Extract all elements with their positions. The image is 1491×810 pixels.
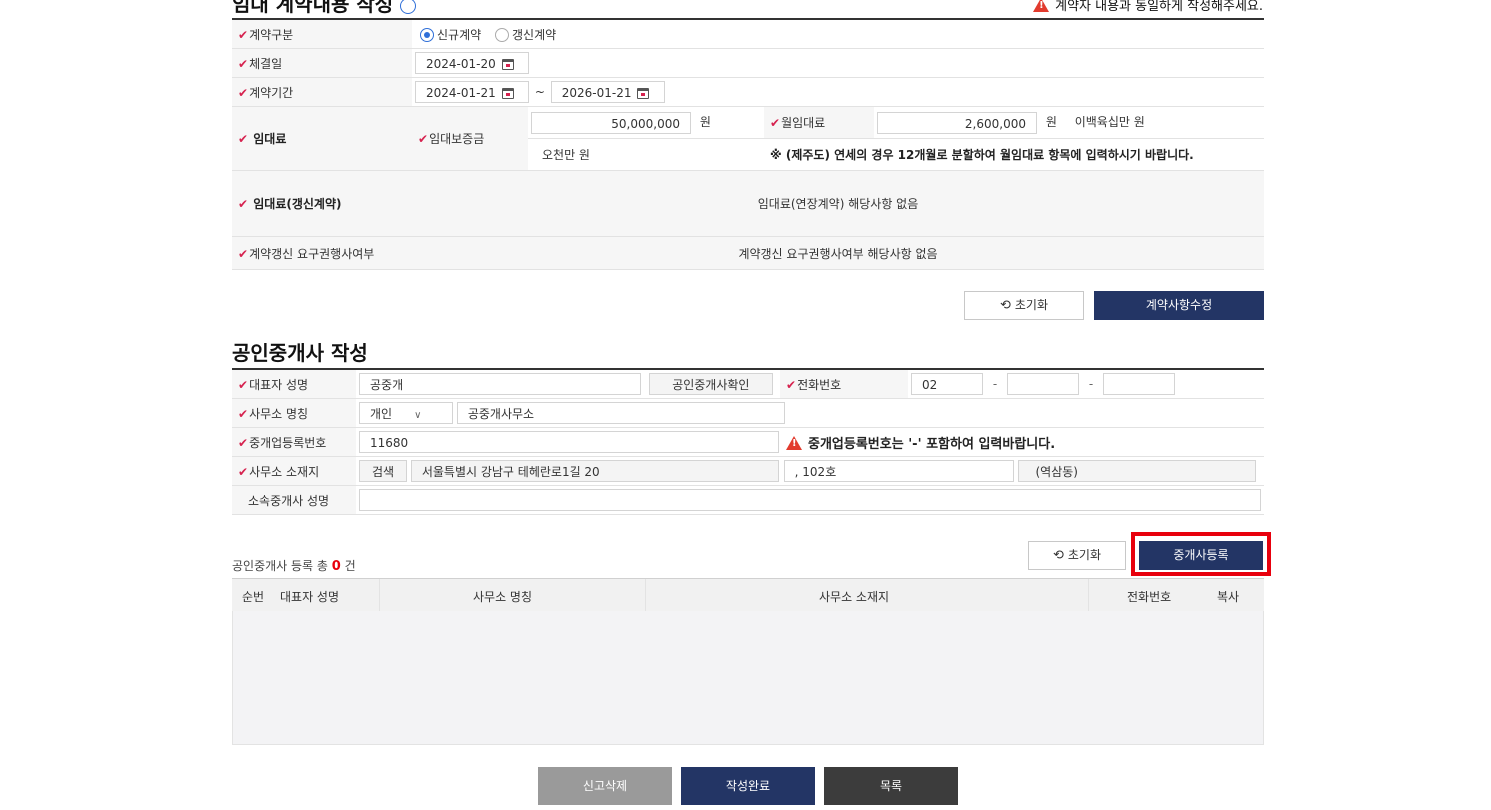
reset-icon: ⟲ <box>1052 548 1064 563</box>
rep-name-input[interactable]: 공중개 <box>359 373 641 395</box>
contract-type-label: ✔계약구분 <box>232 19 412 49</box>
phone-part2-input[interactable] <box>1007 373 1079 395</box>
modify-contract-button[interactable]: 계약사항수정 <box>1094 291 1264 320</box>
period-start-input[interactable]: 2024-01-21 <box>415 81 529 103</box>
renew-right-value: 계약갱신 요구권행사여부 해당사항 없음 <box>412 236 1264 270</box>
office-name-input[interactable]: 공중개사무소 <box>456 402 785 424</box>
office-type-select[interactable]: 개인 ∨ <box>359 402 453 424</box>
calendar-icon[interactable] <box>501 88 514 99</box>
grid-header-seq: 순번 <box>242 590 265 604</box>
list-button[interactable]: 목록 <box>824 767 958 805</box>
grid-header-rep-name: 대표자 성명 <box>280 590 340 604</box>
phone-label: ✔전화번호 <box>780 369 908 399</box>
section1-notice: 계약자 내용과 동일하게 작성해주세요. <box>1033 0 1263 14</box>
contract-form: ✔계약구분 신규계약 갱신계약 ✔체결일 2024-01-20 ✔계약기간 20… <box>232 18 1264 270</box>
broker-confirm-button[interactable]: 공인중개사확인 <box>648 373 773 395</box>
chevron-down-icon: ∨ <box>414 410 422 421</box>
renew-rent-label: ✔ 임대료(갱신계약) <box>232 170 412 237</box>
address-input[interactable]: 서울특별시 강남구 테헤란로1길 20 <box>410 460 779 482</box>
phone-dash: - <box>992 376 998 391</box>
rent-label: ✔ 임대료 <box>232 106 412 171</box>
renew-rent-value: 임대료(연장계약) 해당사항 없음 <box>412 170 1264 237</box>
grid-header-office-name: 사무소 명칭 <box>473 590 533 604</box>
phone-part3-input[interactable] <box>1103 373 1175 395</box>
delete-report-button[interactable]: 신고삭제 <box>538 767 672 805</box>
broker-form: ✔대표자 성명 공중개 공인중개사확인 ✔전화번호 02 - - ✔사무소 명칭… <box>232 368 1264 515</box>
address-extra-input[interactable]: (역삼동) <box>1018 460 1257 482</box>
monthly-rent-korean: 이백육십만 원 <box>1074 115 1145 129</box>
radio-new-contract[interactable]: 신규계약 <box>420 28 481 42</box>
register-broker-button[interactable]: 중개사등록 <box>1139 541 1263 570</box>
warning-icon <box>1033 0 1050 12</box>
deposit-unit: 원 <box>699 115 711 129</box>
phone-part1-input[interactable]: 02 <box>911 373 983 395</box>
radio-empty-icon[interactable] <box>495 28 509 42</box>
grid-header-phone: 전화번호 <box>1127 590 1172 604</box>
calendar-icon[interactable] <box>501 59 514 70</box>
monthly-rent-input[interactable]: 2,600,000 <box>877 111 1037 134</box>
reset-button-contract[interactable]: ⟲ 초기화 <box>964 291 1084 320</box>
phone-dash: - <box>1088 376 1094 391</box>
jeju-note: ※ (제주도) 연세의 경우 12개월로 분할하여 월임대료 항목에 입력하시기… <box>764 138 1264 171</box>
section1-title: 임대 계약내용 작성 <box>232 0 417 17</box>
warning-icon <box>786 435 802 450</box>
radio-renew-contract[interactable]: 갱신계약 <box>495 28 556 42</box>
deposit-label: ✔임대보증금 <box>412 106 528 171</box>
reg-number-warning: 중개업등록번호는 '-' 포함하여 입력바랍니다. <box>780 427 1264 457</box>
contract-table: ✔계약구분 신규계약 갱신계약 ✔체결일 2024-01-20 ✔계약기간 20… <box>232 18 1264 270</box>
broker-grid-header: 순번 대표자 성명 사무소 명칭 사무소 소재지 전화번호 복사 <box>232 578 1264 612</box>
broker-count-value: 0 <box>331 559 341 574</box>
reset-button-broker[interactable]: ⟲ 초기화 <box>1028 541 1126 570</box>
deposit-input[interactable]: 50,000,000 <box>531 111 691 134</box>
contract-period-label: ✔계약기간 <box>232 77 412 107</box>
monthly-rent-label: ✔월임대료 <box>764 106 874 139</box>
section1-title-text: 임대 계약내용 작성 <box>232 0 394 16</box>
address-search-button[interactable]: 검색 <box>359 460 407 482</box>
deposit-korean: 오천만 원 <box>528 138 764 171</box>
grid-header-office-address: 사무소 소재지 <box>819 590 890 604</box>
conclusion-date-input[interactable]: 2024-01-20 <box>415 52 529 74</box>
period-tilde: ~ <box>534 84 545 99</box>
broker-count: 공인중개사 등록 총 0 건 <box>232 559 356 574</box>
calendar-icon[interactable] <box>637 88 650 99</box>
broker-grid-body <box>232 611 1264 745</box>
conclusion-date-label: ✔체결일 <box>232 48 412 78</box>
affiliated-label: 소속중개사 성명 <box>232 485 356 515</box>
monthly-rent-unit: 원 <box>1045 115 1057 129</box>
affiliated-input[interactable] <box>359 489 1261 511</box>
office-name-label: ✔사무소 명칭 <box>232 398 356 428</box>
broker-section-title: 공인중개사 작성 <box>232 341 368 365</box>
grid-header-copy: 복사 <box>1217 590 1240 604</box>
question-circle-icon[interactable] <box>400 0 417 14</box>
broker-table: ✔대표자 성명 공중개 공인중개사확인 ✔전화번호 02 - - ✔사무소 명칭… <box>232 368 1264 515</box>
office-address-label: ✔사무소 소재지 <box>232 456 356 486</box>
radio-selected-icon[interactable] <box>420 28 434 42</box>
reset-icon: ⟲ <box>999 298 1011 313</box>
period-end-input[interactable]: 2026-01-21 <box>550 81 665 103</box>
renew-right-label: ✔계약갱신 요구권행사여부 <box>232 236 412 270</box>
complete-button[interactable]: 작성완료 <box>681 767 815 805</box>
reg-number-label: ✔중개업등록번호 <box>232 427 356 457</box>
rep-name-label: ✔대표자 성명 <box>232 369 356 399</box>
address-detail-input[interactable]: , 102호 <box>783 460 1014 482</box>
reg-number-input[interactable]: 11680 <box>359 431 779 453</box>
